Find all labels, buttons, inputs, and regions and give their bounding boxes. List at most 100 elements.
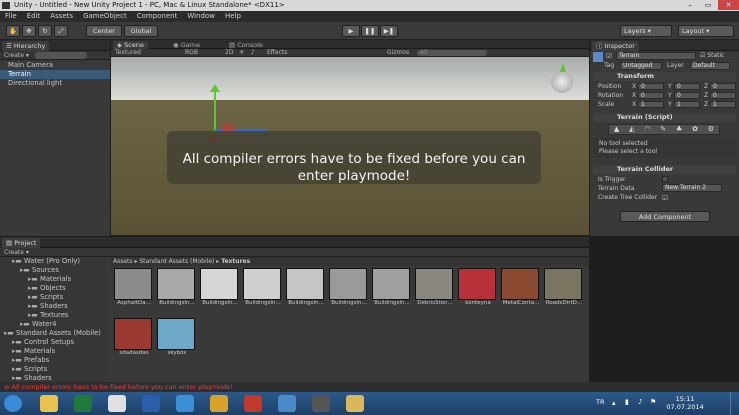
yandex-icon[interactable] [108, 395, 126, 412]
folder-tree-item[interactable]: ▸▬ Scripts [0, 365, 106, 374]
minimize-button[interactable]: – [682, 0, 698, 10]
folder-tree-item[interactable]: ▸▬ Water (Pro Only) [0, 257, 106, 266]
folder-tree-item[interactable]: ▸▬ Textures [0, 311, 106, 320]
smooth-height-icon[interactable]: ◠ [644, 125, 650, 134]
menu-component[interactable]: Component [137, 12, 178, 20]
y-axis-handle[interactable] [214, 87, 216, 133]
gizmos-dropdown[interactable]: Gizmos [387, 49, 409, 57]
asset-item[interactable]: AsphaltDa... [114, 268, 154, 306]
tray-network-icon[interactable]: ▮ [625, 398, 629, 406]
terrain-collider-header[interactable]: Terrain Collider [593, 165, 736, 174]
tray-up-icon[interactable]: ▴ [612, 399, 616, 407]
layer-dropdown[interactable]: Default [690, 62, 730, 70]
folder-tree-item[interactable]: ▸▬ Scripts [0, 293, 106, 302]
terrain-settings-icon[interactable]: ⚙ [708, 125, 714, 134]
pivot-center-button[interactable]: Center [86, 25, 122, 37]
folder-tree-item[interactable]: ▸▬ Water4 [0, 320, 106, 329]
asset-item[interactable]: BuildingsIn... [286, 268, 326, 306]
asset-item[interactable]: DebrisSton... [415, 268, 455, 306]
filezilla-icon[interactable] [244, 395, 262, 412]
place-trees-icon[interactable]: ♣ [676, 125, 682, 134]
breadcrumb-assets[interactable]: Assets [113, 258, 133, 265]
close-button[interactable]: ✕ [718, 0, 739, 10]
breadcrumb-standard-assets[interactable]: Standard Assets (Mobile) [139, 258, 214, 265]
paint-details-icon[interactable]: ✿ [692, 125, 698, 134]
scale-z-field[interactable]: 1 [710, 101, 736, 108]
hierarchy-item-main-camera[interactable]: Main Camera [0, 61, 110, 70]
word-icon[interactable] [142, 395, 160, 412]
tray-flag-icon[interactable]: ⚑ [650, 398, 656, 406]
play-button[interactable]: ▶ [342, 25, 360, 37]
position-z-field[interactable]: 0 [710, 83, 736, 90]
tag-dropdown[interactable]: Untagged [620, 62, 662, 70]
folder-tree-item[interactable]: ▸▬ Control Setups [0, 338, 106, 347]
paint-height-icon[interactable]: ◭ [629, 125, 634, 134]
gizmo-y-cone-icon[interactable] [560, 63, 566, 72]
show-desktop-button[interactable] [730, 392, 739, 415]
menu-edit[interactable]: Edit [27, 12, 41, 20]
asset-item[interactable]: RoadsDirtD... [544, 268, 584, 306]
asset-item[interactable]: sdadasdas [114, 318, 154, 356]
menu-gameobject[interactable]: GameObject [83, 12, 127, 20]
system-clock[interactable]: 15:11 07.07.2014 [660, 395, 710, 411]
paint-texture-icon[interactable]: ✎ [660, 125, 666, 134]
active-checkbox[interactable]: ☑ [606, 52, 612, 60]
menu-window[interactable]: Window [187, 12, 215, 20]
folder-tree-item[interactable]: ▸▬ Shaders [0, 374, 106, 382]
breadcrumb-textures[interactable]: Textures [221, 258, 250, 265]
asset-item[interactable]: BuildingsIn... [329, 268, 369, 306]
project-create-button[interactable]: Create [4, 249, 24, 256]
layers-dropdown[interactable]: Layers ▾ [620, 25, 672, 37]
folder-tree-item[interactable]: ▸▬ Shaders [0, 302, 106, 311]
hierarchy-item-terrain[interactable]: Terrain [0, 70, 110, 79]
static-toggle[interactable]: ☑ Static [700, 52, 724, 59]
ie-icon[interactable] [176, 395, 194, 412]
folder-tree-item[interactable]: ▸▬ Prefabs [0, 356, 106, 365]
chrome-icon[interactable] [210, 395, 228, 412]
folder-tree-item[interactable]: ▸▬ Sources [0, 266, 106, 275]
step-button[interactable]: ▶❚ [380, 25, 398, 37]
audio-icon[interactable]: ♪ [251, 49, 255, 57]
hierarchy-create-button[interactable]: Create [4, 52, 24, 59]
y-axis-arrow-icon[interactable] [210, 84, 220, 92]
folder-tree-item[interactable]: ▸▬ Materials [0, 275, 106, 284]
asset-item[interactable]: BuildingsIn... [243, 268, 283, 306]
menu-help[interactable]: Help [225, 12, 241, 20]
asset-item[interactable]: BuildingsIn... [372, 268, 412, 306]
pause-button[interactable]: ❚❚ [361, 25, 379, 37]
tab-project[interactable]: ▤ Project [2, 238, 41, 248]
asset-item[interactable]: BuildingsIn... [157, 268, 197, 306]
explorer-icon[interactable] [40, 395, 58, 412]
menu-assets[interactable]: Assets [50, 12, 73, 20]
rotation-x-field[interactable]: 0 [638, 92, 664, 99]
tab-hierarchy[interactable]: ☰ Hierarchy [2, 41, 50, 51]
rotation-z-field[interactable]: 0 [710, 92, 736, 99]
folder-tree-item[interactable]: ▸▬ Objects [0, 284, 106, 293]
hierarchy-search-input[interactable] [34, 52, 87, 59]
asset-item[interactable]: konteyna [458, 268, 498, 306]
object-name-field[interactable]: Terrain [616, 52, 696, 60]
asset-item[interactable]: MetalConta... [501, 268, 541, 306]
rotate-tool-icon[interactable]: ↻ [38, 25, 52, 37]
excel-icon[interactable] [74, 395, 92, 412]
hierarchy-item-directional-light[interactable]: Directional light [0, 79, 110, 88]
app-icon[interactable] [278, 395, 296, 412]
scene-orientation-gizmo-icon[interactable] [551, 71, 573, 93]
asset-item[interactable]: BuildingsIn... [200, 268, 240, 306]
folder-icon[interactable] [346, 395, 364, 412]
asset-item[interactable]: skybox [157, 318, 197, 356]
folder-tree-item[interactable]: ▸▬ Materials [0, 347, 106, 356]
language-indicator[interactable]: TR [596, 398, 605, 406]
menu-file[interactable]: File [5, 12, 17, 20]
tab-inspector[interactable]: ⓘ Inspector [592, 41, 639, 51]
start-orb-icon[interactable] [4, 395, 22, 412]
transform-header[interactable]: Transform [593, 72, 736, 81]
terrain-script-header[interactable]: Terrain (Script) [593, 113, 736, 122]
move-tool-icon[interactable]: ✥ [22, 25, 36, 37]
scene-view[interactable]: All compiler errors have to be fixed bef… [111, 57, 589, 235]
layout-dropdown[interactable]: Layout ▾ [678, 25, 734, 37]
effects-dropdown[interactable]: Effects [267, 49, 287, 57]
raise-terrain-icon[interactable]: ▲ [614, 125, 619, 134]
global-button[interactable]: Global [124, 25, 158, 37]
maximize-button[interactable]: ▭ [700, 0, 716, 10]
